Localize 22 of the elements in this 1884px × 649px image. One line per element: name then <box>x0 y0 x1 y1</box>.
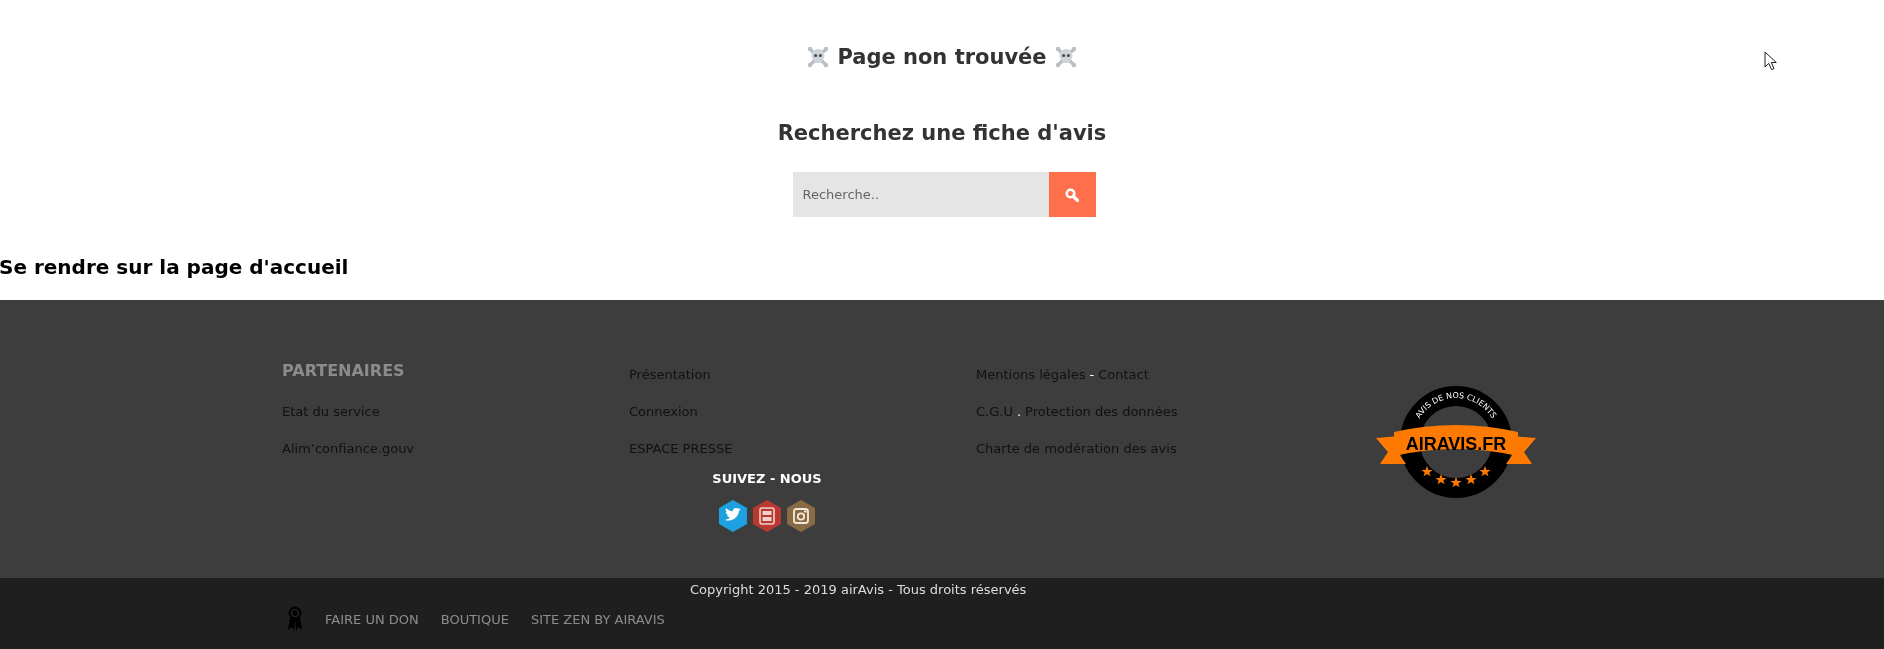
bottom-link[interactable]: BOUTIQUE <box>440 611 509 627</box>
search-button[interactable] <box>1048 172 1096 217</box>
search-field[interactable]: Recherche.. <box>792 172 1049 217</box>
badge-title: AIRAVIS.FR <box>1405 434 1507 454</box>
bottom-link[interactable]: SITE ZEN BY AIRAVIS <box>530 611 665 627</box>
search-icon <box>1065 187 1079 202</box>
camera-icon[interactable] <box>784 499 818 533</box>
separator-text: . <box>1016 404 1022 419</box>
footer-heading: PARTENAIRES <box>282 360 406 382</box>
bottom-link[interactable]: FAIRE UN DON <box>325 611 419 627</box>
page-title: Page non trouvée <box>837 45 1047 69</box>
award-ribbon-icon <box>287 606 303 632</box>
bird-icon[interactable] <box>716 499 750 533</box>
skull-crossbones-icon <box>807 46 830 68</box>
home-link[interactable]: Se rendre sur la page d'accueil <box>0 253 349 281</box>
video-icon[interactable] <box>750 499 784 533</box>
search-heading: Recherchez une fiche d'avis <box>777 120 1107 147</box>
cursor-icon <box>1764 51 1778 71</box>
separator-text: - <box>1089 367 1095 382</box>
copyright-text: Copyright 2015 - 2019 airAvis - Tous droits réservés <box>689 581 1028 599</box>
follow-heading: SUIVEZ - NOUS <box>712 470 822 488</box>
skull-crossbones-icon <box>1054 46 1077 68</box>
